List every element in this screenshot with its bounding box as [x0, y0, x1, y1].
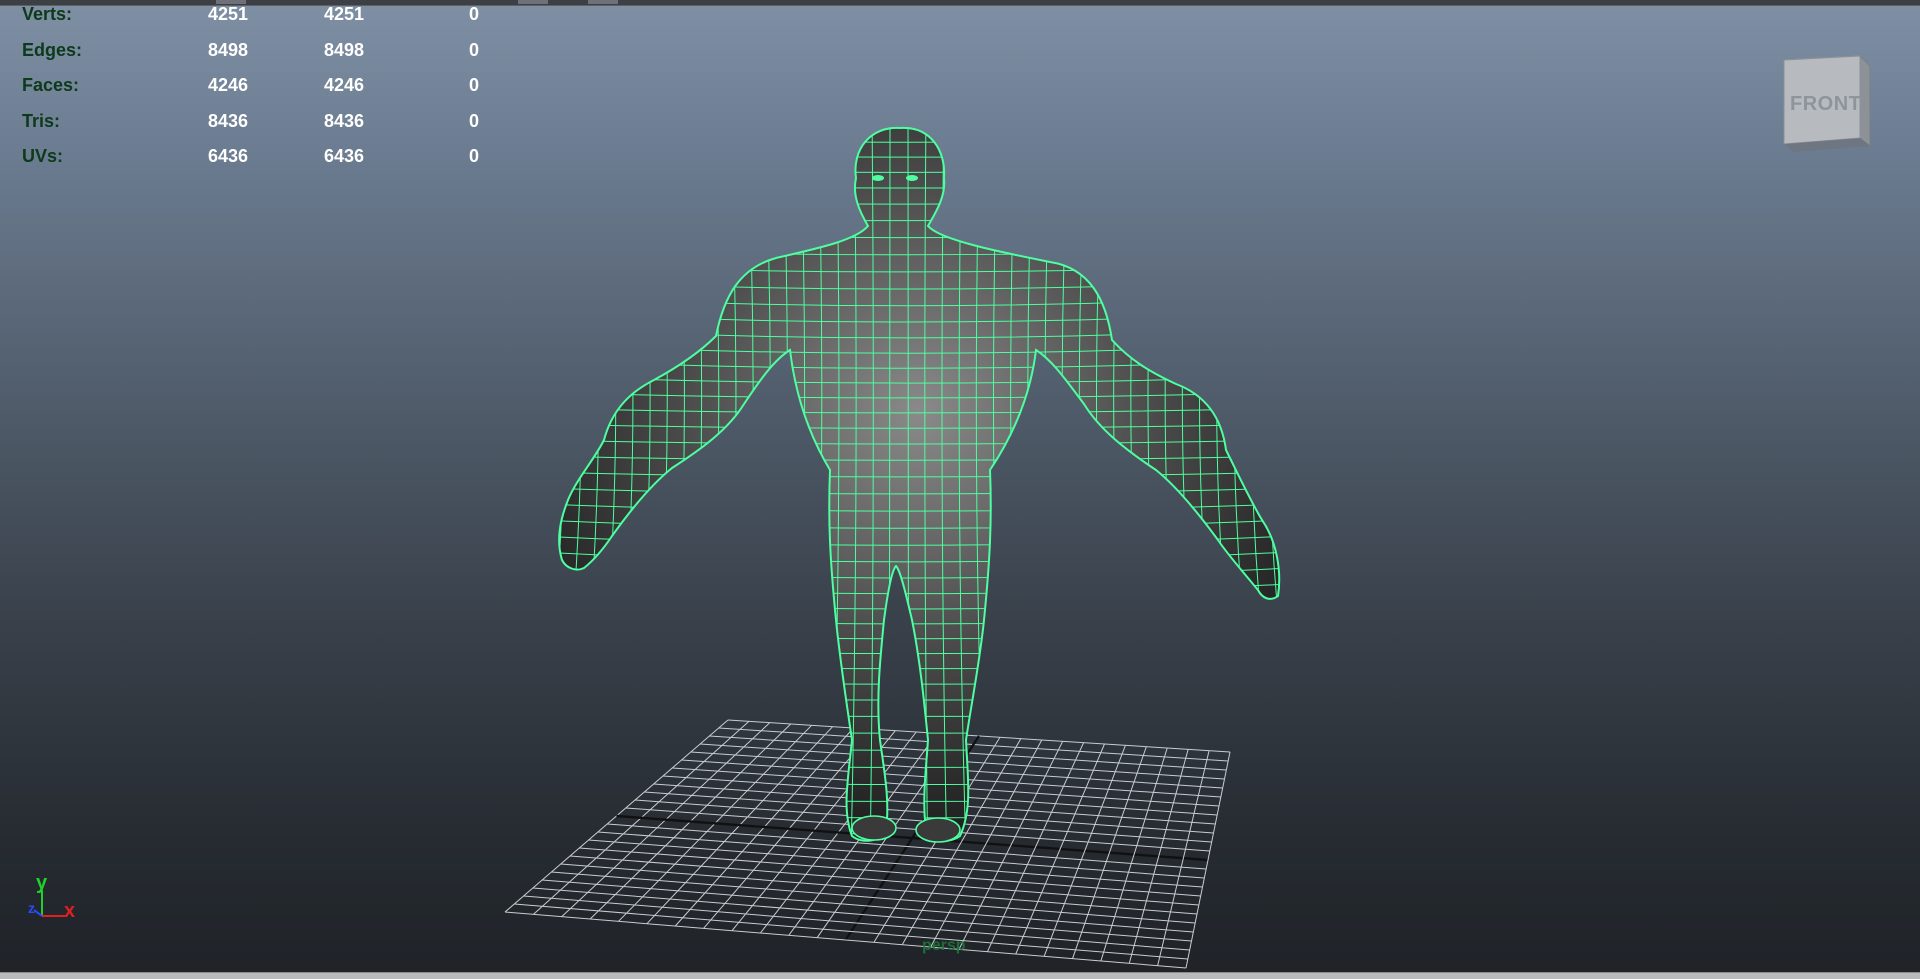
- wire-ring: [559, 647, 1280, 655]
- character-mesh[interactable]: [523, 110, 1314, 870]
- wire-loop: [715, 127, 737, 841]
- character-body[interactable]: [558, 126, 1281, 842]
- wire-ring: [559, 775, 1280, 786]
- wire-loop: [1113, 127, 1141, 841]
- grid-line: [616, 814, 1209, 862]
- grid-line: [958, 741, 1064, 950]
- wire-loop: [811, 127, 823, 841]
- 3d-viewport[interactable]: [0, 0, 1920, 979]
- grid-line: [1157, 750, 1210, 966]
- camera-name-label: persp: [922, 937, 966, 954]
- grid-line: [986, 742, 1085, 952]
- axis-z-label: z: [28, 900, 35, 916]
- wire-ring: [559, 711, 1280, 717]
- wire-loop: [676, 127, 703, 841]
- wire-loop: [1061, 127, 1083, 841]
- wire-loop: [792, 127, 806, 841]
- wire-loop: [1027, 127, 1045, 841]
- grid-line: [597, 831, 1205, 879]
- foot-mesh: [915, 817, 961, 843]
- eye-mesh: [872, 175, 884, 181]
- wire-ring: [559, 127, 1280, 128]
- grid-line: [1015, 743, 1105, 955]
- view-cube-face-label[interactable]: FRONT: [1790, 93, 1861, 116]
- axis-gizmo-icon: [33, 890, 66, 917]
- wire-ring: [559, 695, 1280, 701]
- wire-loop: [1267, 127, 1280, 841]
- wire-loop: [1095, 127, 1122, 841]
- viewport-bottom-bar: [0, 972, 1920, 979]
- grid-line: [514, 903, 1188, 960]
- axis-x-label: x: [64, 900, 76, 922]
- wire-loop: [695, 127, 720, 841]
- wire-loop: [1044, 127, 1064, 841]
- grid-line: [588, 839, 1203, 888]
- grid-line: [607, 823, 1207, 870]
- wire-loop: [773, 127, 788, 841]
- grid-line: [504, 911, 1187, 969]
- wire-loop: [1250, 127, 1280, 841]
- wire-ring: [559, 679, 1280, 685]
- wire-loop: [559, 127, 565, 841]
- wire-loop: [657, 127, 685, 841]
- eye-mesh: [906, 175, 918, 181]
- wire-loop: [992, 127, 1006, 841]
- axis-y-label: y: [36, 872, 48, 894]
- wire-ring: [559, 663, 1280, 670]
- wire-loop: [1078, 127, 1103, 841]
- grid-line: [579, 847, 1201, 897]
- grid-line: [523, 895, 1190, 951]
- foot-mesh: [851, 815, 897, 841]
